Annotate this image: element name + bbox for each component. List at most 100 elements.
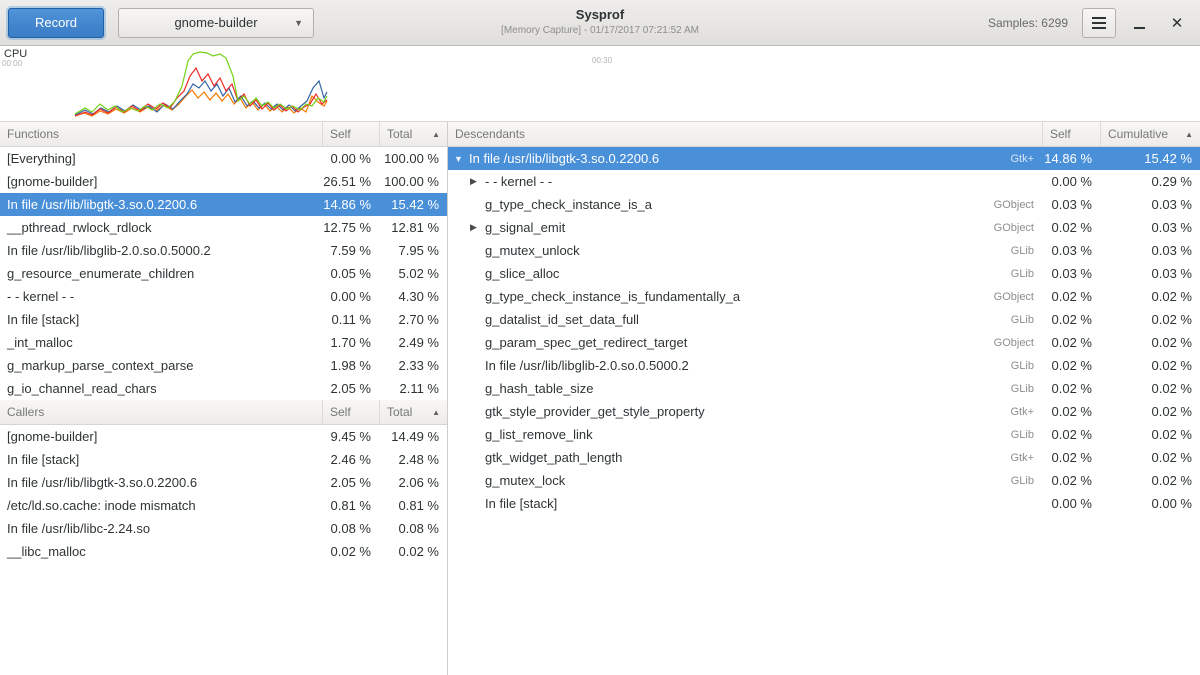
total-column-header[interactable]: Total ▲ bbox=[379, 122, 447, 146]
table-row[interactable]: ▶g_signal_emitGObject0.02 %0.03 % bbox=[448, 216, 1200, 239]
table-row[interactable]: In file /usr/lib/libglib-2.0.so.0.5000.2… bbox=[0, 239, 447, 262]
table-row[interactable]: gtk_widget_path_lengthGtk+0.02 %0.02 % bbox=[448, 446, 1200, 469]
table-row[interactable]: In file /usr/lib/libglib-2.0.so.0.5000.2… bbox=[448, 354, 1200, 377]
total-column-label: Total bbox=[387, 127, 412, 141]
function-name-label: g_mutex_lock bbox=[485, 473, 565, 488]
table-row[interactable]: In file [stack]0.00 %0.00 % bbox=[448, 492, 1200, 515]
table-row[interactable]: In file /usr/lib/libc-2.24.so0.08 %0.08 … bbox=[0, 517, 447, 540]
table-row[interactable]: In file [stack]0.11 %2.70 % bbox=[0, 308, 447, 331]
table-row[interactable]: __pthread_rwlock_rdlock12.75 %12.81 % bbox=[0, 216, 447, 239]
table-row[interactable]: g_type_check_instance_is_aGObject0.03 %0… bbox=[448, 193, 1200, 216]
self-value-cell: 0.02 % bbox=[1042, 473, 1100, 488]
expander-collapsed-icon[interactable]: ▶ bbox=[470, 222, 485, 233]
main-content: Functions Self Total ▲ [Everything]0.00 … bbox=[0, 122, 1200, 675]
table-row[interactable]: /etc/ld.so.cache: inode mismatch0.81 %0.… bbox=[0, 494, 447, 517]
function-name-cell: ▶- - kernel - - bbox=[448, 174, 1042, 189]
library-tag: GObject bbox=[994, 222, 1042, 234]
window-title-block: Sysprof [Memory Capture] - 01/17/2017 07… bbox=[501, 7, 699, 36]
table-row[interactable]: In file [stack]2.46 %2.48 % bbox=[0, 448, 447, 471]
self-value-cell: 0.02 % bbox=[1042, 289, 1100, 304]
table-row[interactable]: [Everything]0.00 %100.00 % bbox=[0, 147, 447, 170]
functions-column-header[interactable]: Functions bbox=[0, 122, 322, 146]
samples-count: Samples: 6299 bbox=[988, 16, 1068, 30]
self-value-cell: 2.05 % bbox=[322, 381, 379, 396]
table-row[interactable]: g_resource_enumerate_children0.05 %5.02 … bbox=[0, 262, 447, 285]
capture-subtitle: [Memory Capture] - 01/17/2017 07:21:52 A… bbox=[501, 25, 699, 36]
table-row[interactable]: g_mutex_lockGLib0.02 %0.02 % bbox=[448, 469, 1200, 492]
chevron-down-icon: ▼ bbox=[294, 18, 303, 28]
cumulative-value-cell: 15.42 % bbox=[1100, 151, 1200, 166]
total-value-cell: 2.06 % bbox=[379, 475, 447, 490]
function-name-cell: gtk_widget_path_lengthGtk+ bbox=[448, 450, 1042, 465]
process-selector-dropdown[interactable]: gnome-builder ▼ bbox=[118, 8, 314, 38]
cpu-series-orange bbox=[75, 90, 327, 116]
self-value-cell: 0.02 % bbox=[1042, 312, 1100, 327]
table-row[interactable]: ▼In file /usr/lib/libgtk-3.so.0.2200.6Gt… bbox=[448, 147, 1200, 170]
function-name-label: In file /usr/lib/libglib-2.0.so.0.5000.2 bbox=[485, 358, 689, 373]
table-row[interactable]: [gnome-builder]26.51 %100.00 % bbox=[0, 170, 447, 193]
expander-collapsed-icon[interactable]: ▶ bbox=[470, 176, 485, 187]
self-value-cell: 0.02 % bbox=[1042, 381, 1100, 396]
library-tag: Gtk+ bbox=[1010, 452, 1042, 464]
library-tag: GLib bbox=[1011, 429, 1042, 441]
descendants-column-header[interactable]: Descendants bbox=[448, 122, 1042, 146]
function-name-cell: g_slice_alloc GLib bbox=[448, 266, 1042, 281]
minimize-button[interactable] bbox=[1124, 8, 1154, 38]
self-value-cell: 14.86 % bbox=[1042, 151, 1100, 166]
callers-table-header: Callers Self Total ▲ bbox=[0, 400, 447, 425]
menu-button[interactable] bbox=[1082, 8, 1116, 38]
total-column-header[interactable]: Total ▲ bbox=[379, 400, 447, 424]
self-column-header[interactable]: Self bbox=[322, 122, 379, 146]
cumulative-value-cell: 0.02 % bbox=[1100, 450, 1200, 465]
function-name-label: gtk_style_provider_get_style_property bbox=[485, 404, 705, 419]
table-row[interactable]: g_io_channel_read_chars2.05 %2.11 % bbox=[0, 377, 447, 400]
table-row[interactable]: In file /usr/lib/libgtk-3.so.0.2200.614.… bbox=[0, 193, 447, 216]
table-row[interactable]: g_slice_allocGLib0.03 %0.03 % bbox=[448, 262, 1200, 285]
table-row[interactable]: g_type_check_instance_is_fundamentally_a… bbox=[448, 285, 1200, 308]
table-row[interactable]: g_markup_parse_context_parse1.98 %2.33 % bbox=[0, 354, 447, 377]
total-value-cell: 0.02 % bbox=[379, 544, 447, 559]
table-row[interactable]: _int_malloc1.70 %2.49 % bbox=[0, 331, 447, 354]
function-name-label: g_type_check_instance_is_fundamentally_a bbox=[485, 289, 740, 304]
self-value-cell: 0.02 % bbox=[1042, 358, 1100, 373]
cumulative-value-cell: 0.02 % bbox=[1100, 358, 1200, 373]
function-name-cell: In file /usr/lib/libc-2.24.so bbox=[0, 521, 322, 536]
table-row[interactable]: g_mutex_unlockGLib0.03 %0.03 % bbox=[448, 239, 1200, 262]
function-name-cell: g_type_check_instance_is_fundamentally_a… bbox=[448, 289, 1042, 304]
library-tag: GLib bbox=[1011, 383, 1042, 395]
library-tag: GLib bbox=[1011, 314, 1042, 326]
library-tag: GLib bbox=[1011, 268, 1042, 280]
cumulative-value-cell: 0.02 % bbox=[1100, 335, 1200, 350]
table-row[interactable]: ▶- - kernel - -0.00 %0.29 % bbox=[448, 170, 1200, 193]
cpu-timeline[interactable]: CPU 00:00 00:30 bbox=[0, 46, 1200, 122]
function-name-cell: /etc/ld.so.cache: inode mismatch bbox=[0, 498, 322, 513]
close-button[interactable]: ✕ bbox=[1162, 8, 1192, 38]
table-row[interactable]: - - kernel - -0.00 %4.30 % bbox=[0, 285, 447, 308]
callers-column-header[interactable]: Callers bbox=[0, 400, 322, 424]
function-name-cell: g_mutex_unlockGLib bbox=[448, 243, 1042, 258]
table-row[interactable]: __libc_malloc0.02 %0.02 % bbox=[0, 540, 447, 563]
cumulative-column-header[interactable]: Cumulative ▲ bbox=[1100, 122, 1200, 146]
table-row[interactable]: [gnome-builder]9.45 %14.49 % bbox=[0, 425, 447, 448]
table-row[interactable]: g_list_remove_linkGLib0.02 %0.02 % bbox=[448, 423, 1200, 446]
table-row[interactable]: g_datalist_id_set_data_fullGLib0.02 %0.0… bbox=[448, 308, 1200, 331]
sort-indicator-icon: ▲ bbox=[432, 408, 440, 417]
self-value-cell: 0.05 % bbox=[322, 266, 379, 281]
function-name-label: In file [stack] bbox=[485, 496, 557, 511]
self-column-header[interactable]: Self bbox=[322, 400, 379, 424]
table-row[interactable]: g_hash_table_sizeGLib0.02 %0.02 % bbox=[448, 377, 1200, 400]
record-button[interactable]: Record bbox=[8, 8, 104, 38]
function-name-label: g_slice_alloc bbox=[485, 266, 559, 281]
function-name-cell: ▼In file /usr/lib/libgtk-3.so.0.2200.6Gt… bbox=[448, 151, 1042, 166]
descendants-row-list: ▼In file /usr/lib/libgtk-3.so.0.2200.6Gt… bbox=[448, 147, 1200, 515]
sort-indicator-icon: ▲ bbox=[432, 130, 440, 139]
descendants-pane: Descendants Self Cumulative ▲ ▼In file /… bbox=[448, 122, 1200, 675]
cumulative-value-cell: 0.03 % bbox=[1100, 220, 1200, 235]
function-name-cell: - - kernel - - bbox=[0, 289, 322, 304]
table-row[interactable]: g_param_spec_get_redirect_targetGObject0… bbox=[448, 331, 1200, 354]
function-name-cell: [Everything] bbox=[0, 151, 322, 166]
table-row[interactable]: gtk_style_provider_get_style_propertyGtk… bbox=[448, 400, 1200, 423]
self-column-header[interactable]: Self bbox=[1042, 122, 1100, 146]
table-row[interactable]: In file /usr/lib/libgtk-3.so.0.2200.62.0… bbox=[0, 471, 447, 494]
expander-open-icon[interactable]: ▼ bbox=[454, 154, 469, 164]
